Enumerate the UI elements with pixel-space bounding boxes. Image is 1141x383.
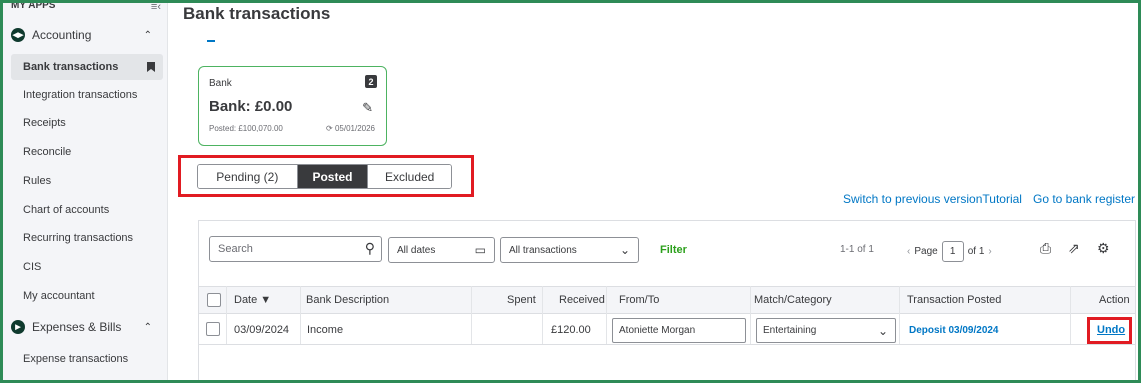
payee-value: Atoniette Morgan: [619, 325, 696, 336]
sidebar-item-label: Rules: [23, 175, 52, 187]
sidebar-item-label: Bank transactions: [23, 61, 119, 73]
sidebar-item-label: CIS: [23, 261, 42, 273]
gear-icon[interactable]: ⚙: [1097, 240, 1110, 257]
bank-card-label: Bank: [209, 78, 232, 89]
type-filter-dropdown[interactable]: All transactions ⌄: [500, 237, 639, 263]
results-count: 1-1 of 1: [840, 244, 874, 255]
bank-account-card[interactable]: Bank 2 Bank: £0.00 ✎ Posted: £100,070.00…: [198, 66, 387, 146]
chevron-down-icon: ⌄: [619, 243, 630, 257]
previous-page-icon[interactable]: ‹: [907, 246, 910, 257]
table-header: Date ▼ Bank Description Spent Received F…: [199, 286, 1135, 314]
chevron-up-icon: ⌃: [143, 29, 152, 41]
edit-pencil-icon[interactable]: ✎: [362, 100, 373, 116]
search-placeholder: Search: [218, 243, 253, 255]
search-input[interactable]: Search ⚲: [209, 236, 382, 262]
column-header-description: Bank Description: [306, 294, 390, 306]
column-header-date[interactable]: Date ▼: [234, 287, 271, 313]
next-page-icon[interactable]: ›: [988, 246, 991, 257]
print-icon[interactable]: ⎙: [1040, 240, 1051, 257]
sidebar-section-label: Expenses & Bills: [32, 320, 122, 334]
expenses-logo-icon: ▶: [11, 320, 25, 334]
sidebar-item-receipts[interactable]: Receipts: [11, 110, 163, 136]
accounting-logo-icon: ◀▶: [11, 28, 25, 42]
sidebar-item-chart-of-accounts[interactable]: Chart of accounts: [11, 197, 163, 223]
sidebar-item-reconcile[interactable]: Reconcile: [11, 139, 163, 165]
sidebar-section-label: Accounting: [32, 28, 92, 42]
sidebar-item-recurring-transactions[interactable]: Recurring transactions: [11, 225, 163, 251]
bookmark-icon[interactable]: [147, 62, 155, 72]
column-header-action: Action: [1099, 294, 1130, 306]
refresh-icon: ⟳: [326, 124, 335, 133]
chevron-down-icon: ⌄: [877, 323, 888, 338]
undo-button[interactable]: Undo: [1097, 324, 1125, 336]
search-icon[interactable]: ⚲: [365, 240, 375, 257]
select-all-checkbox[interactable]: [207, 293, 221, 307]
sidebar-item-label: Integration transactions: [23, 89, 138, 101]
row-description: Income: [307, 324, 344, 336]
column-header-posted: Transaction Posted: [907, 294, 1002, 306]
page-title: Bank transactions: [183, 4, 331, 23]
type-filter-value: All transactions: [509, 244, 577, 256]
sidebar-item-label: Receipts: [23, 117, 66, 129]
sidebar-item-my-accountant[interactable]: My accountant: [11, 283, 163, 309]
calendar-icon: ▭: [474, 243, 486, 257]
row-received: £120.00: [551, 324, 591, 336]
my-apps-label: MY APPS: [11, 3, 56, 11]
divider: [207, 40, 215, 42]
date-filter-value: All dates: [397, 244, 436, 256]
pagination: ‹ Page 1 of 1 ›: [903, 240, 996, 262]
sidebar-item-label: My accountant: [23, 290, 95, 302]
posted-balance: Posted: £100,070.00: [209, 124, 283, 133]
sidebar-item-integration-transactions[interactable]: Integration transactions: [11, 82, 163, 108]
last-updated-date: 05/01/2026: [334, 124, 375, 133]
export-icon[interactable]: ⇗: [1068, 240, 1080, 257]
category-value: Entertaining: [763, 325, 817, 336]
last-updated: ⟳ 05/01/2026: [326, 124, 375, 133]
transaction-posted-link[interactable]: Deposit 03/09/2024: [909, 315, 999, 345]
sidebar-item-cis[interactable]: CIS: [11, 254, 163, 280]
category-dropdown[interactable]: Entertaining ⌄: [756, 318, 896, 343]
date-filter-dropdown[interactable]: All dates ▭: [388, 237, 495, 263]
sidebar-item-label: Expense transactions: [23, 353, 129, 365]
status-tabs: Pending (2) Posted Excluded: [197, 164, 452, 189]
tab-posted[interactable]: Posted: [296, 165, 368, 188]
tab-pending[interactable]: Pending (2): [198, 165, 297, 188]
sidebar-item-label: Reconcile: [23, 146, 72, 158]
row-date: 03/09/2024: [234, 324, 290, 336]
bank-balance: Bank: £0.00: [209, 98, 293, 115]
sidebar-section-expenses[interactable]: ▶ Expenses & Bills ⌃: [3, 314, 167, 340]
sidebar-item-label: Chart of accounts: [23, 204, 110, 216]
sidebar-section-accounting[interactable]: ◀▶ Accounting ⌃: [3, 22, 167, 48]
switch-version-link[interactable]: Switch to previous versionTutorial: [843, 192, 1022, 206]
sidebar-item-rules[interactable]: Rules: [11, 168, 163, 194]
sidebar-item-expense-transactions[interactable]: Expense transactions: [11, 346, 163, 372]
pending-count-badge: 2: [365, 75, 377, 88]
page-number-input[interactable]: 1: [941, 240, 964, 262]
sidebar-item-bank-transactions[interactable]: Bank transactions: [11, 54, 163, 80]
filter-button[interactable]: Filter: [660, 244, 687, 256]
column-header-from-to: From/To: [619, 294, 660, 306]
page-of-label: of 1: [967, 245, 985, 257]
column-header-category: Match/Category: [754, 294, 832, 306]
bank-register-link[interactable]: Go to bank register: [1033, 192, 1135, 206]
row-checkbox[interactable]: [206, 322, 220, 336]
column-header-received: Received: [559, 294, 605, 306]
collapse-sidebar-icon[interactable]: ≡‹: [151, 3, 161, 13]
column-header-spent: Spent: [507, 294, 536, 306]
tab-excluded[interactable]: Excluded: [367, 165, 451, 188]
sidebar: MY APPS ≡‹ ◀▶ Accounting ⌃ Bank transact…: [3, 3, 168, 380]
page-label: Page: [914, 245, 938, 257]
chevron-up-icon: ⌃: [143, 321, 152, 333]
payee-field[interactable]: Atoniette Morgan: [612, 318, 746, 343]
sidebar-item-label: Recurring transactions: [23, 232, 134, 244]
